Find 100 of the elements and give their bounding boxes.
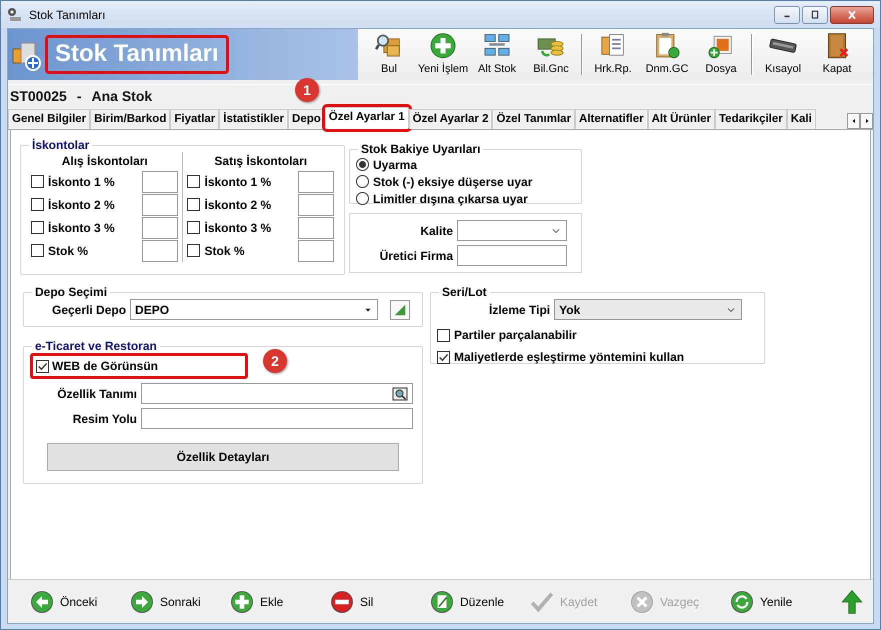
triangle-icon bbox=[393, 302, 408, 316]
add-icon bbox=[230, 590, 254, 614]
refresh-icon bbox=[730, 590, 754, 614]
percent-field[interactable] bbox=[298, 240, 334, 262]
text-field[interactable] bbox=[141, 408, 413, 429]
toolbar-button[interactable]: Bil.Gnc bbox=[524, 32, 578, 77]
search-icon[interactable] bbox=[392, 386, 408, 402]
tab[interactable]: Kali bbox=[786, 109, 816, 129]
checkbox-label: Stok % bbox=[48, 242, 90, 260]
toolbar-button[interactable]: Alt Stok bbox=[470, 32, 524, 77]
tab[interactable]: Tedarikçiler bbox=[715, 109, 787, 129]
radio-button[interactable] bbox=[356, 175, 369, 188]
cancel-icon bbox=[630, 590, 654, 614]
edit-icon bbox=[430, 590, 454, 614]
checkbox[interactable] bbox=[31, 221, 44, 234]
tab[interactable]: Depo bbox=[288, 109, 325, 129]
toolbar-button[interactable]: Hrk.Rp. bbox=[586, 32, 640, 77]
window-title: Stok Tanımları bbox=[29, 6, 106, 24]
scroll-right-button[interactable] bbox=[860, 113, 873, 129]
lookup-field[interactable] bbox=[141, 383, 413, 404]
tab[interactable]: Özel Ayarlar 2 bbox=[408, 109, 492, 129]
checkbox-label: Stok % bbox=[204, 242, 246, 260]
percent-field[interactable] bbox=[142, 216, 178, 238]
dropdown-field[interactable]: Yok bbox=[554, 299, 742, 320]
tab[interactable]: Özel Tanımlar bbox=[492, 109, 576, 129]
checkbox[interactable] bbox=[187, 244, 200, 257]
checkbox-label: İskonto 1 % bbox=[48, 174, 116, 190]
dropdown-field[interactable]: DEPO bbox=[130, 299, 378, 320]
group-title: Seri/Lot bbox=[441, 285, 488, 299]
column-title: Alış İskontoları bbox=[60, 153, 149, 170]
checkbox[interactable] bbox=[31, 175, 44, 188]
dropdown-field[interactable] bbox=[457, 220, 567, 241]
checkbox[interactable] bbox=[36, 360, 49, 372]
tab[interactable]: Özel Ayarlar 1 bbox=[324, 107, 409, 129]
scroll-left-button[interactable] bbox=[847, 113, 860, 129]
footer-button[interactable]: Sonraki bbox=[130, 590, 230, 614]
check-icon bbox=[530, 590, 554, 614]
checkbox-label: İskonto 3 % bbox=[48, 220, 116, 236]
details-button[interactable]: Özellik Detayları bbox=[47, 443, 399, 471]
checkbox[interactable] bbox=[187, 198, 200, 211]
percent-field[interactable] bbox=[142, 194, 178, 216]
back-icon bbox=[30, 590, 54, 614]
text-field[interactable] bbox=[457, 245, 567, 266]
stock-code: ST00025 bbox=[10, 87, 67, 106]
percent-field[interactable] bbox=[298, 170, 334, 192]
checkbox[interactable] bbox=[437, 328, 450, 342]
tab[interactable]: Alternatifler bbox=[575, 109, 648, 129]
checkbox-label: İskonto 2 % bbox=[48, 196, 116, 214]
column-title: Satış İskontoları bbox=[213, 153, 308, 170]
toolbar-button[interactable]: Bul bbox=[362, 32, 416, 77]
tab[interactable]: Genel Bilgiler bbox=[8, 109, 90, 129]
checkbox[interactable] bbox=[31, 244, 44, 257]
footer-button[interactable]: Yenile bbox=[730, 590, 830, 614]
field-label: Üretici Firma bbox=[380, 248, 453, 264]
page-title: Stok Tanımları bbox=[45, 35, 229, 74]
tab[interactable]: Birim/Barkod bbox=[90, 109, 170, 129]
close-button[interactable] bbox=[830, 6, 874, 24]
percent-field[interactable] bbox=[142, 240, 178, 262]
add-icon bbox=[428, 32, 458, 60]
footer-button[interactable]: Sil bbox=[330, 590, 430, 614]
group-title: Depo Seçimi bbox=[34, 285, 108, 299]
graph-button[interactable] bbox=[390, 300, 410, 320]
callout-badge: 1 bbox=[295, 78, 319, 102]
callout-badge: 2 bbox=[263, 349, 287, 373]
app-icon bbox=[7, 6, 23, 22]
field-label: Resim Yolu bbox=[72, 410, 137, 428]
checkbox-label: İskonto 2 % bbox=[204, 196, 272, 214]
group-title: İskontolar bbox=[31, 138, 90, 152]
toolbar-button[interactable]: Kapat bbox=[810, 32, 864, 77]
group-title: Stok Bakiye Uyarıları bbox=[360, 142, 482, 156]
percent-field[interactable] bbox=[298, 216, 334, 238]
checkbox-label: WEB de Görünsün bbox=[52, 358, 158, 375]
checkbox-label: İskonto 3 % bbox=[204, 220, 272, 236]
maximize-button[interactable] bbox=[802, 6, 828, 24]
field-label: İzleme Tipi bbox=[489, 302, 550, 318]
footer-button[interactable]: Önceki bbox=[30, 590, 130, 614]
forward-icon bbox=[130, 590, 154, 614]
toolbar-button[interactable]: Dnm.GC bbox=[640, 32, 694, 77]
checkbox-label: Partiler parçalanabilir bbox=[454, 327, 577, 344]
percent-field[interactable] bbox=[298, 194, 334, 216]
footer-button[interactable]: Ekle bbox=[230, 590, 330, 614]
checkbox[interactable] bbox=[31, 198, 44, 211]
radio-button[interactable] bbox=[356, 158, 369, 171]
tab[interactable]: Fiyatlar bbox=[170, 109, 220, 129]
checkbox-label: Maliyetlerde eşleştirme yöntemini kullan bbox=[454, 349, 684, 366]
tab[interactable]: İstatistikler bbox=[219, 109, 288, 129]
toolbar-button[interactable]: Kısayol bbox=[756, 32, 810, 77]
field-label: Özellik Tanımı bbox=[56, 386, 137, 402]
checkbox[interactable] bbox=[437, 350, 450, 364]
checkbox[interactable] bbox=[187, 221, 200, 234]
toolbar-button[interactable]: Dosya bbox=[694, 32, 748, 77]
radio-label: Uyarma bbox=[373, 156, 418, 174]
checkbox-label: İskonto 1 % bbox=[204, 174, 272, 190]
radio-button[interactable] bbox=[356, 192, 369, 205]
footer-button[interactable]: Düzenle bbox=[430, 590, 530, 614]
percent-field[interactable] bbox=[142, 170, 178, 192]
checkbox[interactable] bbox=[187, 175, 200, 188]
field-label: Kalite bbox=[420, 222, 453, 240]
tab[interactable]: Alt Ürünler bbox=[648, 109, 716, 129]
toolbar-button[interactable]: Yeni İşlem bbox=[416, 32, 470, 77]
